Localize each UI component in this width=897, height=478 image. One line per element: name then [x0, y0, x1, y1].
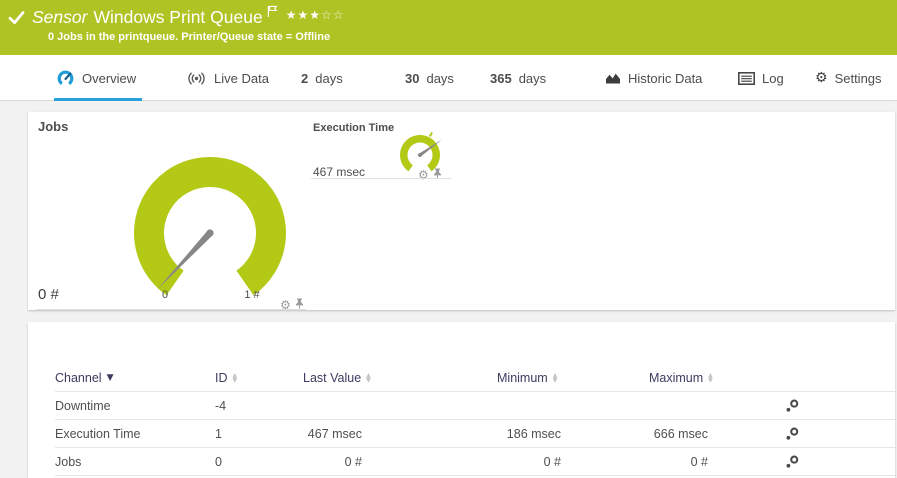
gear-icon: ⚙ [815, 71, 828, 85]
column-header-label: Minimum [497, 371, 548, 385]
channel-name: Jobs [55, 455, 215, 469]
page-title: Windows Print Queue [93, 7, 262, 28]
execution-time-current-value: 467 msec [313, 165, 365, 179]
jobs-current-value: 0 # [38, 286, 59, 303]
sort-icon: ▲▼ [553, 373, 558, 383]
column-header-label: Maximum [649, 371, 703, 385]
tab-label: Live Data [214, 71, 269, 86]
channel-id: 1 [215, 427, 303, 441]
execution-time-max-tick [430, 132, 432, 136]
jobs-block-divider [36, 309, 306, 310]
channel-minimum: 0 # [497, 455, 567, 469]
table-row[interactable]: Downtime -4 [55, 392, 895, 420]
status-check-icon [8, 10, 25, 31]
pin-icon[interactable] [433, 166, 442, 184]
tab-label-unit: days [426, 71, 453, 86]
broadcast-icon [186, 71, 207, 86]
table-row[interactable]: Jobs 0 0 # 0 # 0 # [55, 448, 895, 476]
column-header-label: Last Value [303, 371, 361, 385]
channel-name: Execution Time [55, 427, 215, 441]
channel-table-panel: Channel ▼ ID ▲▼ Last Value ▲▼ Minimum ▲▼… [28, 322, 895, 478]
channel-settings-icon[interactable] [785, 399, 895, 413]
channel-id: 0 [215, 455, 303, 469]
tab-bar: Overview Live Data 2 days 30 days 365 da… [0, 55, 897, 101]
column-header-last-value[interactable]: Last Value ▲▼ [303, 371, 368, 385]
sort-icon: ▲▼ [233, 373, 238, 383]
tab-label: Settings [835, 71, 882, 86]
priority-stars[interactable]: ★★★☆☆ [286, 8, 345, 22]
area-chart-icon [605, 71, 621, 85]
execution-block-divider [311, 178, 451, 179]
channel-table: Channel ▼ ID ▲▼ Last Value ▲▼ Minimum ▲▼… [28, 322, 895, 476]
jobs-gauge-title: Jobs [38, 119, 68, 134]
channel-settings-icon[interactable] [785, 427, 895, 441]
channel-minimum: 186 msec [497, 427, 567, 441]
tab-label-number: 30 [405, 71, 419, 86]
pin-icon[interactable] [295, 296, 304, 314]
column-header-minimum[interactable]: Minimum ▲▼ [497, 371, 567, 385]
tab-label-unit: days [519, 71, 546, 86]
priority-stars-filled: ★★★ [286, 8, 321, 22]
sort-icon: ▲▼ [366, 373, 371, 383]
tab-overview[interactable]: Overview [56, 55, 136, 101]
tab-log[interactable]: Log [738, 55, 784, 101]
sensor-status-message: 0 Jobs in the printqueue. Printer/Queue … [48, 31, 330, 43]
execution-time-gauge-title: Execution Time [313, 122, 394, 134]
channel-maximum: 0 # [649, 455, 714, 469]
tab-label: Log [762, 71, 784, 86]
jobs-scale-min: 0 [150, 289, 180, 301]
column-header-label: ID [215, 371, 228, 385]
tab-label-number: 2 [301, 71, 308, 86]
log-icon [738, 72, 755, 85]
column-header-label: Channel [55, 371, 102, 385]
channel-last-value: 0 # [303, 455, 368, 469]
sensor-type-label: Sensor [32, 7, 87, 28]
tab-2-days[interactable]: 2 days [301, 55, 343, 101]
flag-icon[interactable] [267, 5, 278, 23]
gauge-settings-gear-icon[interactable]: ⚙ [418, 169, 429, 181]
channel-maximum: 666 msec [649, 427, 714, 441]
sort-icon: ▲▼ [708, 373, 713, 383]
sort-desc-icon: ▼ [107, 373, 114, 383]
gauge-icon [56, 69, 75, 88]
table-row[interactable]: Execution Time 1 467 msec 186 msec 666 m… [55, 420, 895, 448]
priority-stars-empty: ☆☆ [321, 8, 345, 22]
tab-historic-data[interactable]: Historic Data [605, 55, 702, 101]
jobs-scale-max: 1 # [232, 289, 272, 301]
table-header-row: Channel ▼ ID ▲▼ Last Value ▲▼ Minimum ▲▼… [55, 364, 895, 392]
column-header-channel[interactable]: Channel ▼ [55, 371, 215, 385]
tab-label-unit: days [315, 71, 342, 86]
column-header-id[interactable]: ID ▲▼ [215, 371, 303, 385]
overview-gauges-panel: Jobs 0 1 # 0 # ⚙ Execution Time 467 msec… [28, 112, 895, 310]
channel-name: Downtime [55, 399, 215, 413]
tab-live-data[interactable]: Live Data [186, 55, 269, 101]
tab-label: Historic Data [628, 71, 702, 86]
channel-id: -4 [215, 399, 303, 413]
column-header-maximum[interactable]: Maximum ▲▼ [649, 371, 714, 385]
channel-last-value: 467 msec [303, 427, 368, 441]
tab-label: Overview [82, 71, 136, 86]
tab-30-days[interactable]: 30 days [405, 55, 454, 101]
tab-settings[interactable]: ⚙ Settings [815, 55, 882, 101]
sensor-header: Sensor Windows Print Queue ★★★☆☆ 0 Jobs … [0, 0, 897, 55]
tab-365-days[interactable]: 365 days [490, 55, 546, 101]
tab-label-number: 365 [490, 71, 512, 86]
channel-settings-icon[interactable] [785, 455, 895, 469]
